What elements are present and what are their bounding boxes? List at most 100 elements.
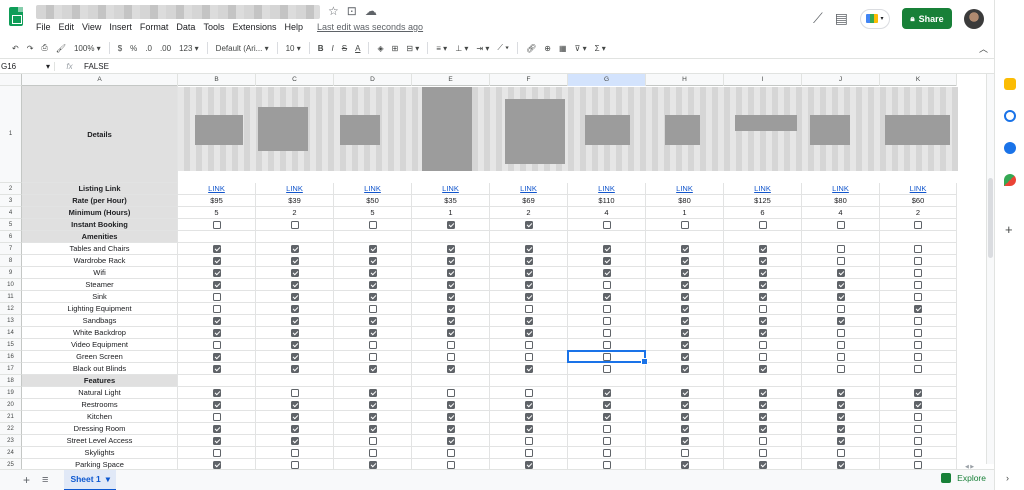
checkbox-unchecked[interactable] — [602, 281, 611, 290]
row-header[interactable]: 20 — [0, 399, 22, 411]
amenity-cell[interactable] — [724, 291, 802, 303]
rate-value[interactable]: $69 — [490, 195, 568, 207]
amenity-cell[interactable] — [568, 267, 646, 279]
vertical-align-icon[interactable]: ⊥ ▾ — [455, 44, 468, 53]
empty-cell[interactable] — [880, 375, 957, 387]
meet-button[interactable]: ▾ — [860, 8, 890, 29]
amenity-cell[interactable] — [568, 279, 646, 291]
empty-cell[interactable] — [334, 231, 412, 243]
checkbox-unchecked[interactable] — [836, 305, 845, 314]
amenity-cell[interactable] — [724, 279, 802, 291]
feature-cell[interactable] — [256, 423, 334, 435]
empty-cell[interactable] — [724, 375, 802, 387]
checkbox-checked[interactable] — [446, 329, 455, 338]
checkbox-checked[interactable] — [524, 425, 533, 434]
row-header[interactable]: 3 — [0, 195, 22, 207]
checkbox-checked[interactable] — [680, 413, 689, 422]
amenity-cell[interactable] — [178, 315, 256, 327]
amenity-cell[interactable] — [334, 351, 412, 363]
column-header-d[interactable]: D — [334, 74, 412, 86]
all-sheets-icon[interactable]: ≡ — [42, 474, 48, 486]
rate-value[interactable]: $35 — [412, 195, 490, 207]
listing-link[interactable]: LINK — [412, 183, 490, 195]
empty-cell[interactable] — [256, 375, 334, 387]
checkbox-checked[interactable] — [446, 413, 455, 422]
row-header[interactable]: 4 — [0, 207, 22, 219]
amenity-cell[interactable] — [802, 351, 880, 363]
checkbox-checked[interactable] — [680, 257, 689, 266]
checkbox-unchecked[interactable] — [914, 437, 922, 446]
checkbox-checked[interactable] — [680, 353, 689, 362]
checkbox-checked[interactable] — [368, 389, 377, 398]
checkbox-checked[interactable] — [212, 461, 221, 470]
share-button[interactable]: 🔒︎ Share — [902, 8, 952, 29]
checkbox-checked[interactable] — [680, 425, 689, 434]
row-header[interactable]: 11 — [0, 291, 22, 303]
amenity-cell[interactable] — [412, 279, 490, 291]
checkbox-checked[interactable] — [446, 269, 455, 278]
minimum-value[interactable]: 2 — [256, 207, 334, 219]
checkbox-checked[interactable] — [212, 281, 221, 290]
amenity-cell[interactable] — [256, 255, 334, 267]
feature-cell[interactable] — [178, 387, 256, 399]
listing-link[interactable]: LINK — [490, 183, 568, 195]
checkbox-unchecked[interactable] — [836, 353, 845, 362]
checkbox-unchecked[interactable] — [914, 269, 922, 278]
empty-cell[interactable] — [802, 375, 880, 387]
feature-cell[interactable] — [724, 411, 802, 423]
checkbox-checked[interactable] — [212, 317, 221, 326]
amenity-cell[interactable] — [334, 243, 412, 255]
checkbox-checked[interactable] — [524, 245, 533, 254]
listing-link[interactable]: LINK — [178, 183, 256, 195]
checkbox-checked[interactable] — [836, 389, 845, 398]
empty-cell[interactable] — [802, 231, 880, 243]
last-edit-link[interactable]: Last edit was seconds ago — [317, 22, 427, 32]
insert-chart-icon[interactable]: ▦ — [559, 44, 567, 53]
amenity-cell[interactable] — [256, 327, 334, 339]
checkbox-unchecked[interactable] — [602, 341, 611, 350]
amenity-cell[interactable] — [880, 315, 957, 327]
rate-value[interactable]: $50 — [334, 195, 412, 207]
checkbox-unchecked[interactable] — [368, 305, 377, 314]
feature-cell[interactable] — [256, 447, 334, 459]
checkbox-unchecked[interactable] — [602, 437, 611, 446]
menu-data[interactable]: Data — [176, 22, 199, 32]
amenity-cell[interactable] — [178, 303, 256, 315]
checkbox-checked[interactable] — [680, 245, 689, 254]
text-color-button[interactable]: A — [355, 44, 360, 53]
checkbox-unchecked[interactable] — [446, 449, 455, 458]
amenity-cell[interactable] — [880, 303, 957, 315]
checkbox-checked[interactable] — [602, 245, 611, 254]
expand-panel-icon[interactable]: › — [1006, 473, 1009, 483]
rate-value[interactable]: $60 — [880, 195, 957, 207]
menu-insert[interactable]: Insert — [109, 22, 136, 32]
checkbox-unchecked[interactable] — [914, 449, 922, 458]
amenity-cell[interactable] — [334, 315, 412, 327]
empty-cell[interactable] — [724, 231, 802, 243]
row-header[interactable]: 17 — [0, 363, 22, 375]
amenity-cell[interactable] — [802, 315, 880, 327]
empty-cell[interactable] — [490, 375, 568, 387]
checkbox-checked[interactable] — [524, 365, 533, 374]
move-folder-icon[interactable]: ⊡ — [347, 4, 357, 18]
listing-link[interactable]: LINK — [880, 183, 957, 195]
amenity-cell[interactable] — [178, 363, 256, 375]
feature-cell[interactable] — [412, 423, 490, 435]
add-on-plus-icon[interactable]: + — [1005, 222, 1013, 237]
checkbox-checked[interactable] — [680, 305, 689, 314]
checkbox-checked[interactable] — [524, 317, 533, 326]
rate-value[interactable]: $80 — [802, 195, 880, 207]
amenity-cell[interactable] — [646, 279, 724, 291]
checkbox-checked[interactable] — [524, 401, 533, 410]
name-box[interactable]: G16 ▾ — [0, 62, 54, 71]
instant-booking-cell[interactable] — [880, 219, 957, 231]
checkbox-checked[interactable] — [836, 281, 845, 290]
checkbox-unchecked[interactable] — [914, 245, 922, 254]
amenity-cell[interactable] — [412, 363, 490, 375]
checkbox-checked[interactable] — [212, 329, 221, 338]
checkbox-checked[interactable] — [368, 269, 377, 278]
checkbox-unchecked[interactable] — [602, 305, 611, 314]
listing-link[interactable]: LINK — [256, 183, 334, 195]
row-header[interactable]: 14 — [0, 327, 22, 339]
feature-cell[interactable] — [802, 423, 880, 435]
